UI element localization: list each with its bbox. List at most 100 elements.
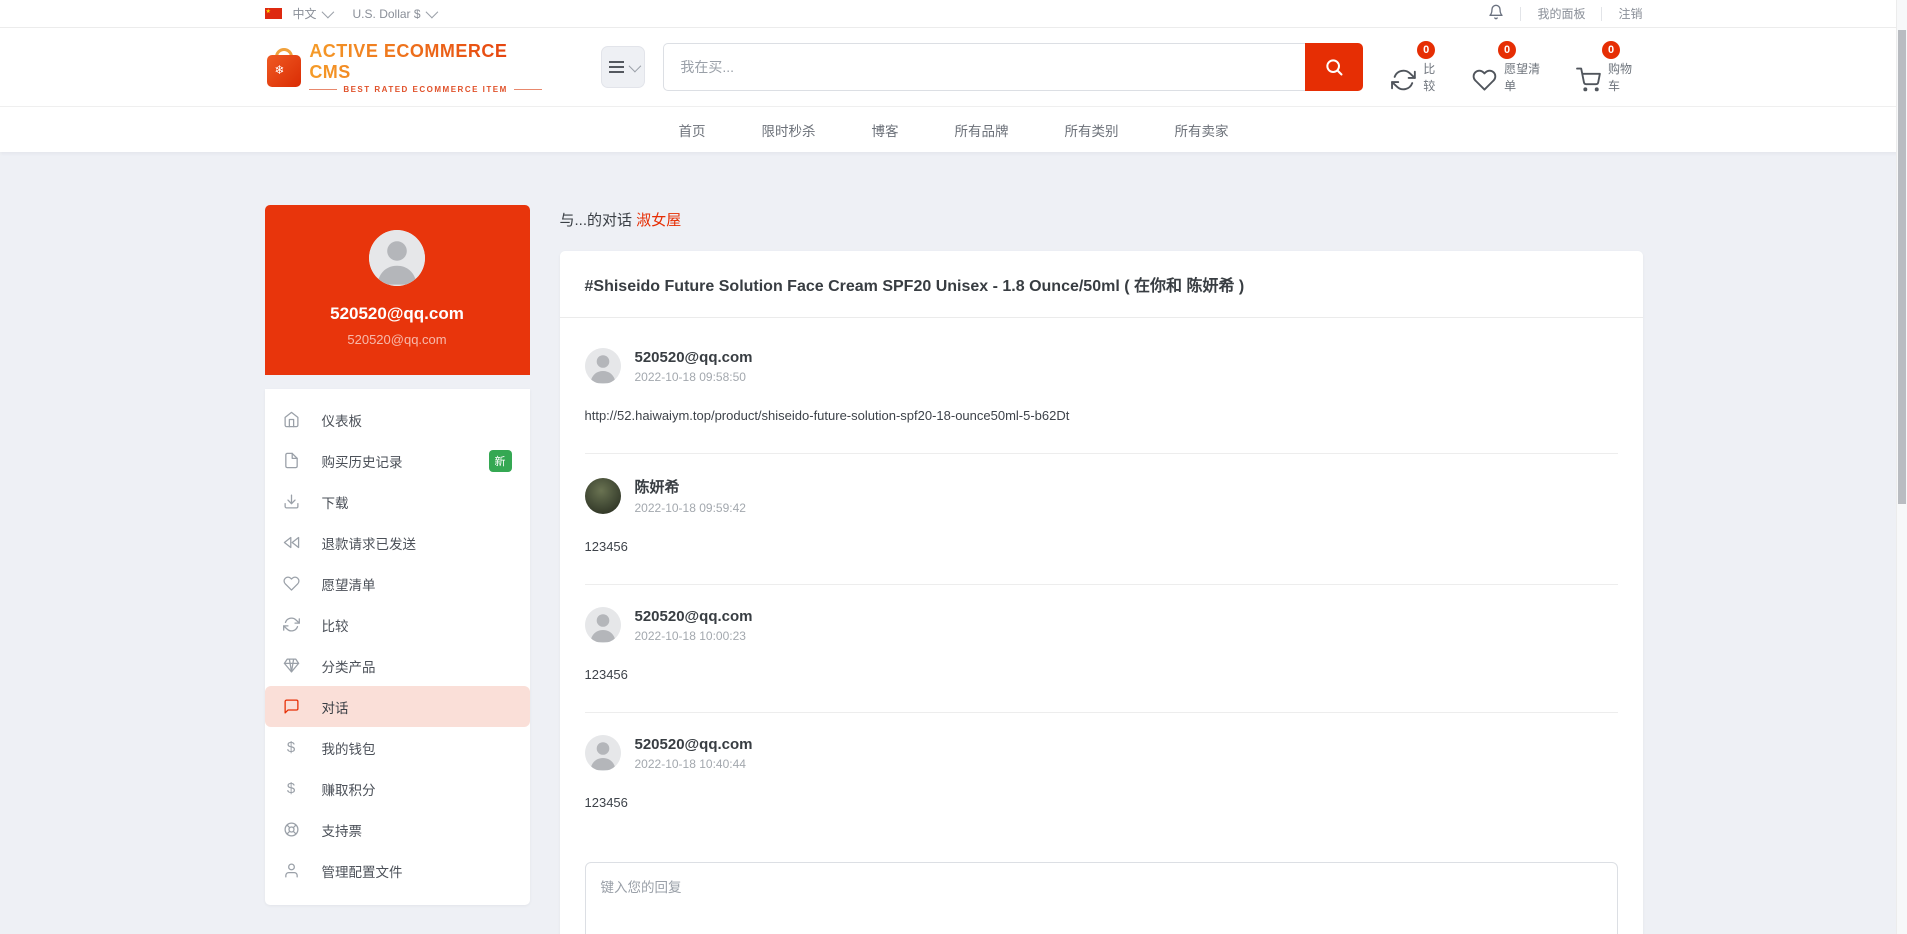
profile-card: 520520@qq.com 520520@qq.com xyxy=(265,205,530,375)
nav-item-all-categories[interactable]: 所有类别 xyxy=(1065,120,1119,140)
chevron-down-icon xyxy=(425,6,438,19)
compare-refresh-icon xyxy=(1391,67,1416,93)
site-logo[interactable]: ❄ ACTIVE ECOMMERCE CMS BEST RATED ECOMME… xyxy=(265,41,547,94)
wishlist-label: 愿望清单 xyxy=(1504,60,1550,94)
reply-input[interactable] xyxy=(585,862,1618,934)
currency-selector[interactable]: U.S. Dollar $ xyxy=(353,7,435,21)
sidebar-item-wishlist[interactable]: 愿望清单 xyxy=(265,563,530,604)
conversation-card: #Shiseido Future Solution Face Cream SPF… xyxy=(560,251,1643,934)
message-sender: 520520@qq.com xyxy=(635,349,753,366)
conversation-title: #Shiseido Future Solution Face Cream SPF… xyxy=(585,272,1618,296)
user-avatar xyxy=(369,230,425,286)
logo-title: ACTIVE ECOMMERCE CMS xyxy=(309,41,546,83)
message-avatar xyxy=(585,735,621,771)
language-selector[interactable]: ★ 中文 xyxy=(265,5,331,22)
language-label: 中文 xyxy=(293,5,317,22)
wishlist-count-badge: 0 xyxy=(1498,41,1516,59)
seller-link[interactable]: 淑女屋 xyxy=(636,212,681,229)
sidebar-item-downloads[interactable]: 下载 xyxy=(265,481,530,522)
sidebar-item-earn-points[interactable]: $ 赚取积分 xyxy=(265,768,530,809)
nav-item-home[interactable]: 首页 xyxy=(679,120,706,140)
message-item: 陈妍希 2022-10-18 09:59:42 123456 xyxy=(585,454,1618,585)
divider xyxy=(1601,7,1602,21)
sidebar-item-support-ticket[interactable]: 支持票 xyxy=(265,809,530,850)
nav-item-flash-deals[interactable]: 限时秒杀 xyxy=(762,120,816,140)
china-flag-icon: ★ xyxy=(265,8,282,19)
nav-item-all-brands[interactable]: 所有品牌 xyxy=(955,120,1009,140)
search-icon xyxy=(1324,57,1344,77)
compare-refresh-icon xyxy=(283,616,300,633)
message-sender: 520520@qq.com xyxy=(635,608,753,625)
message-item: 520520@qq.com 2022-10-18 10:40:44 123456 xyxy=(585,713,1618,840)
cart-icon xyxy=(1576,67,1601,93)
message-item: 520520@qq.com 2022-10-18 09:58:50 http:/… xyxy=(585,326,1618,454)
sidebar-item-compare[interactable]: 比较 xyxy=(265,604,530,645)
new-badge: 新 xyxy=(489,450,512,472)
profile-email: 520520@qq.com xyxy=(275,332,520,347)
divider xyxy=(1520,7,1521,21)
wishlist-widget[interactable]: 0 愿望清单 xyxy=(1472,41,1550,94)
sidebar-menu: 仪表板 购买历史记录 新 下载 退款请求已发送 愿望清单 xyxy=(265,389,530,905)
sidebar-item-my-wallet[interactable]: $ 我的钱包 xyxy=(265,727,530,768)
message-time: 2022-10-18 09:59:42 xyxy=(635,501,746,515)
site-header: ❄ ACTIVE ECOMMERCE CMS BEST RATED ECOMME… xyxy=(0,28,1907,106)
message-time: 2022-10-18 10:00:23 xyxy=(635,629,753,643)
gem-icon xyxy=(283,657,300,674)
profile-name: 520520@qq.com xyxy=(275,304,520,324)
heart-icon xyxy=(283,575,300,592)
scrollbar-thumb[interactable] xyxy=(1898,30,1906,504)
message-item: 520520@qq.com 2022-10-18 10:00:23 123456 xyxy=(585,585,1618,713)
cart-label: 购物车 xyxy=(1608,60,1642,94)
message-list: 520520@qq.com 2022-10-18 09:58:50 http:/… xyxy=(560,318,1643,840)
file-icon xyxy=(283,452,300,469)
dollar-icon: $ xyxy=(283,780,300,797)
sidebar-item-manage-profile[interactable]: 管理配置文件 xyxy=(265,850,530,891)
my-panel-link[interactable]: 我的面板 xyxy=(1537,5,1585,22)
dollar-icon: $ xyxy=(283,739,300,756)
nav-item-all-sellers[interactable]: 所有卖家 xyxy=(1175,120,1229,140)
download-icon xyxy=(283,493,300,510)
compare-widget[interactable]: 0 比较 xyxy=(1391,41,1446,94)
message-avatar xyxy=(585,478,621,514)
account-sidebar: 520520@qq.com 520520@qq.com 仪表板 购买历史记录 新… xyxy=(265,205,530,905)
message-sender: 陈妍希 xyxy=(635,476,746,497)
chat-icon xyxy=(283,698,300,715)
message-text: http://52.haiwaiym.top/product/shiseido-… xyxy=(585,408,1618,423)
rewind-icon xyxy=(283,534,300,551)
message-text: 123456 xyxy=(585,667,1618,682)
chevron-down-icon xyxy=(628,59,641,72)
search-input[interactable] xyxy=(663,43,1305,91)
main-nav: 首页 限时秒杀 博客 所有品牌 所有类别 所有卖家 xyxy=(0,106,1907,152)
page-scrollbar[interactable] xyxy=(1896,0,1907,934)
message-time: 2022-10-18 09:58:50 xyxy=(635,370,753,384)
currency-label: U.S. Dollar $ xyxy=(353,7,421,21)
message-text: 123456 xyxy=(585,795,1618,810)
hamburger-icon xyxy=(609,61,624,73)
chevron-down-icon xyxy=(321,6,334,19)
cart-widget[interactable]: 0 购物车 xyxy=(1576,41,1642,94)
compare-label: 比较 xyxy=(1423,60,1446,94)
sidebar-item-dashboard[interactable]: 仪表板 xyxy=(265,399,530,440)
home-icon xyxy=(283,411,300,428)
heart-icon xyxy=(1472,67,1497,93)
shopping-bag-logo-icon: ❄ xyxy=(265,46,302,88)
notifications-bell-icon[interactable] xyxy=(1488,4,1504,23)
page-title: 与...的对话 淑女屋 xyxy=(560,209,1643,230)
categories-menu-button[interactable] xyxy=(601,46,646,88)
topbar: ★ 中文 U.S. Dollar $ 我的面板 注销 xyxy=(0,0,1907,28)
search-button[interactable] xyxy=(1305,43,1363,91)
logo-subtitle: BEST RATED ECOMMERCE ITEM xyxy=(309,85,546,94)
message-text: 123456 xyxy=(585,539,1618,554)
sidebar-item-conversations[interactable]: 对话 xyxy=(265,686,530,727)
cart-count-badge: 0 xyxy=(1602,41,1620,59)
support-ticket-icon xyxy=(283,821,300,838)
sidebar-item-refund-requests[interactable]: 退款请求已发送 xyxy=(265,522,530,563)
user-icon xyxy=(283,862,300,879)
compare-count-badge: 0 xyxy=(1417,41,1435,59)
sidebar-item-classified-products[interactable]: 分类产品 xyxy=(265,645,530,686)
logout-link[interactable]: 注销 xyxy=(1618,5,1642,22)
nav-item-blog[interactable]: 博客 xyxy=(872,120,899,140)
message-sender: 520520@qq.com xyxy=(635,736,753,753)
sidebar-item-purchase-history[interactable]: 购买历史记录 新 xyxy=(265,440,530,481)
message-avatar xyxy=(585,607,621,643)
